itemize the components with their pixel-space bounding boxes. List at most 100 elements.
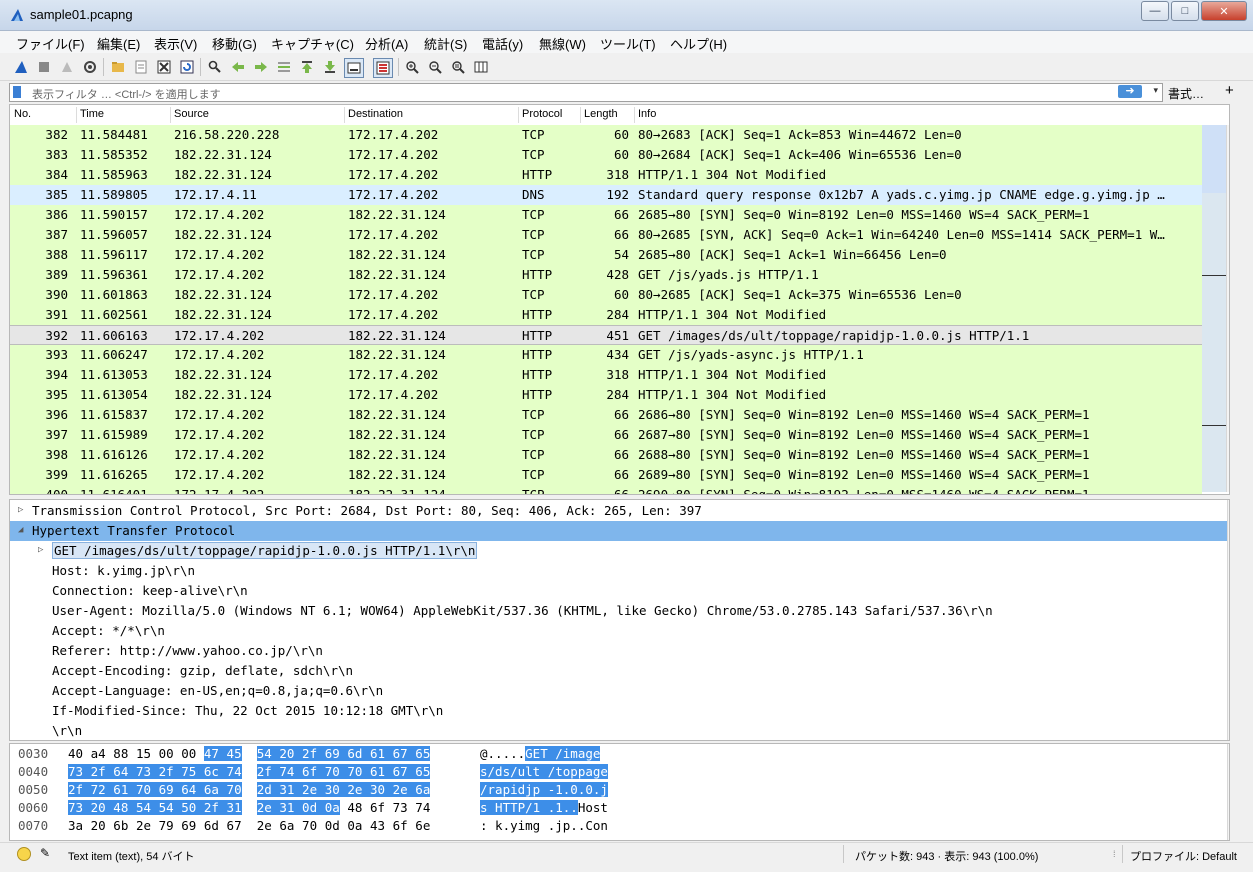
hex-byte[interactable]: 00 <box>181 746 196 761</box>
hex-byte[interactable]: 2e <box>136 818 151 833</box>
menu-statistics[interactable]: 統計(S) <box>424 34 467 53</box>
hex-byte[interactable]: 64 <box>181 782 204 797</box>
menu-help[interactable]: ヘルプ(H) <box>670 34 727 53</box>
menu-analyze[interactable]: 分析(A) <box>365 34 408 53</box>
packet-row[interactable]: 395 11.613054 182.22.31.124 172.17.4.202 HTT… <box>10 385 1202 405</box>
apply-filter-button[interactable]: ➜ <box>1118 85 1142 98</box>
detail-line[interactable]: Accept: */*\r\n <box>10 621 1229 641</box>
hex-byte[interactable]: 67 <box>227 818 242 833</box>
hex-byte[interactable]: 70 <box>302 818 317 833</box>
zoom-reset-icon[interactable] <box>449 58 467 76</box>
resize-columns-icon[interactable] <box>472 58 490 76</box>
file-icon[interactable] <box>132 58 150 76</box>
hex-byte[interactable]: 3a <box>68 818 83 833</box>
packet-row[interactable]: 390 11.601863 182.22.31.124 172.17.4.202 TCP… <box>10 285 1202 305</box>
hex-byte[interactable]: 2e <box>392 782 416 797</box>
hex-byte[interactable]: 2d <box>256 782 280 797</box>
packet-row[interactable]: 399 11.616265 172.17.4.202 182.22.31.124 TCP… <box>10 465 1202 485</box>
close-button[interactable]: ✕ <box>1201 1 1247 21</box>
menu-go[interactable]: 移動(G) <box>212 34 257 53</box>
stop-icon[interactable] <box>35 58 53 76</box>
column-time[interactable]: Time <box>80 108 104 120</box>
hex-byte[interactable]: 6d <box>204 818 219 833</box>
hex-byte[interactable]: 74 <box>279 764 302 779</box>
packet-row[interactable]: 387 11.596057 182.22.31.124 172.17.4.202 TCP… <box>10 225 1202 245</box>
hex-byte[interactable]: 54 <box>256 746 280 761</box>
packet-bytes[interactable]: 0030 40 a4 88 15 00 00 47 45 54 20 2f 69 6d 61 67 65 @...… <box>9 743 1230 841</box>
hex-byte[interactable]: 48 <box>113 800 136 815</box>
column-protocol[interactable]: Protocol <box>522 108 562 120</box>
packet-row[interactable]: 382 11.584481 216.58.220.228 172.17.4.202 TC… <box>10 125 1202 145</box>
packet-minimap[interactable] <box>1202 125 1226 492</box>
edit-comment-icon[interactable]: ✎ <box>40 846 50 860</box>
hex-byte[interactable]: 0d <box>302 800 325 815</box>
hex-byte[interactable]: 64 <box>113 764 136 779</box>
bytes-scrollbar[interactable] <box>1227 744 1229 840</box>
hex-byte[interactable]: 54 <box>158 800 182 815</box>
hex-byte[interactable]: 73 <box>393 800 408 815</box>
column-info[interactable]: Info <box>638 108 656 120</box>
expert-info-icon[interactable] <box>17 847 31 861</box>
hex-byte[interactable]: 6a <box>415 782 431 797</box>
hex-byte[interactable]: 50 <box>181 800 204 815</box>
hex-byte[interactable]: 73 <box>135 764 159 779</box>
hex-byte[interactable]: 31 <box>279 782 302 797</box>
hex-byte[interactable]: 31 <box>279 800 302 815</box>
restart-icon[interactable] <box>58 58 76 76</box>
bookmark-icon[interactable] <box>13 86 21 98</box>
menu-capture[interactable]: キャプチャ(C) <box>271 34 354 53</box>
column-no[interactable]: No. <box>14 108 31 120</box>
hex-byte[interactable]: 15 <box>136 746 151 761</box>
add-filter-button[interactable]: + <box>1225 82 1234 99</box>
column-destination[interactable]: Destination <box>348 108 403 120</box>
hex-byte[interactable]: 45 <box>226 746 242 761</box>
hex-byte[interactable]: 69 <box>324 746 348 761</box>
minimize-button[interactable]: — <box>1141 1 1169 21</box>
packet-row[interactable]: 388 11.596117 172.17.4.202 182.22.31.124 TCP… <box>10 245 1202 265</box>
hex-byte[interactable]: 0a <box>324 800 340 815</box>
detail-line[interactable]: ▷ GET /images/ds/ult/toppage/rapidjp-1.0.… <box>10 541 1229 561</box>
hex-byte[interactable]: 6e <box>415 818 430 833</box>
detail-line[interactable]: If-Modified-Since: Thu, 22 Oct 2015 10:1… <box>10 701 1229 721</box>
packet-row[interactable]: 394 11.613053 182.22.31.124 172.17.4.202 HTT… <box>10 365 1202 385</box>
hex-byte[interactable]: 20 <box>279 746 302 761</box>
hex-byte[interactable]: 48 <box>347 800 362 815</box>
hex-byte[interactable]: 69 <box>158 782 182 797</box>
detail-line[interactable]: Host: k.yimg.jp\r\n <box>10 561 1229 581</box>
shark-fin-start-icon[interactable] <box>12 58 30 76</box>
details-scrollbar[interactable] <box>1227 500 1229 740</box>
menu-view[interactable]: 表示(V) <box>154 34 197 53</box>
hex-byte[interactable]: 30 <box>370 782 393 797</box>
hex-byte[interactable]: 2e <box>256 800 280 815</box>
hex-byte[interactable]: 6a <box>203 782 227 797</box>
colorize-icon[interactable] <box>373 58 393 78</box>
hex-byte[interactable]: 2e <box>302 782 325 797</box>
hex-byte[interactable]: 70 <box>324 764 348 779</box>
packet-row[interactable]: 391 11.602561 182.22.31.124 172.17.4.202 HTT… <box>10 305 1202 325</box>
goto-packet-icon[interactable] <box>275 58 293 76</box>
reload-icon[interactable] <box>178 58 196 76</box>
hex-byte[interactable]: 6f <box>370 800 385 815</box>
autoscroll-icon[interactable] <box>344 58 364 78</box>
packet-row[interactable]: 398 11.616126 172.17.4.202 182.22.31.124 TCP… <box>10 445 1202 465</box>
packet-row[interactable]: 396 11.615837 172.17.4.202 182.22.31.124 TCP… <box>10 405 1202 425</box>
last-packet-icon[interactable] <box>321 58 339 76</box>
hex-byte[interactable]: 67 <box>392 746 416 761</box>
hex-ascii[interactable]: /rapidjp -1.0.0.j <box>480 782 608 797</box>
hex-byte[interactable]: 2f <box>68 782 91 797</box>
hex-byte[interactable]: 0a <box>347 818 362 833</box>
packet-row[interactable]: 392 11.606163 172.17.4.202 182.22.31.124 HTT… <box>10 325 1202 345</box>
display-filter-input[interactable]: 表示フィルタ … <Ctrl-/> を適用します ➜ ▾ <box>9 83 1163 102</box>
column-length[interactable]: Length <box>584 108 618 120</box>
hex-byte[interactable]: 0d <box>325 818 340 833</box>
hex-byte[interactable]: 73 <box>68 764 91 779</box>
open-folder-icon[interactable] <box>109 58 127 76</box>
hex-byte[interactable]: 2f <box>302 746 325 761</box>
hex-byte[interactable]: 6f <box>393 818 408 833</box>
hex-byte[interactable]: 54 <box>135 800 159 815</box>
hex-byte[interactable]: 74 <box>226 764 242 779</box>
detail-line[interactable]: ▷ Transmission Control Protocol, Src Port… <box>10 501 1229 521</box>
options-gear-icon[interactable] <box>81 58 99 76</box>
menu-file[interactable]: ファイル(F) <box>16 34 85 53</box>
format-button[interactable]: 書式… <box>1168 85 1204 102</box>
